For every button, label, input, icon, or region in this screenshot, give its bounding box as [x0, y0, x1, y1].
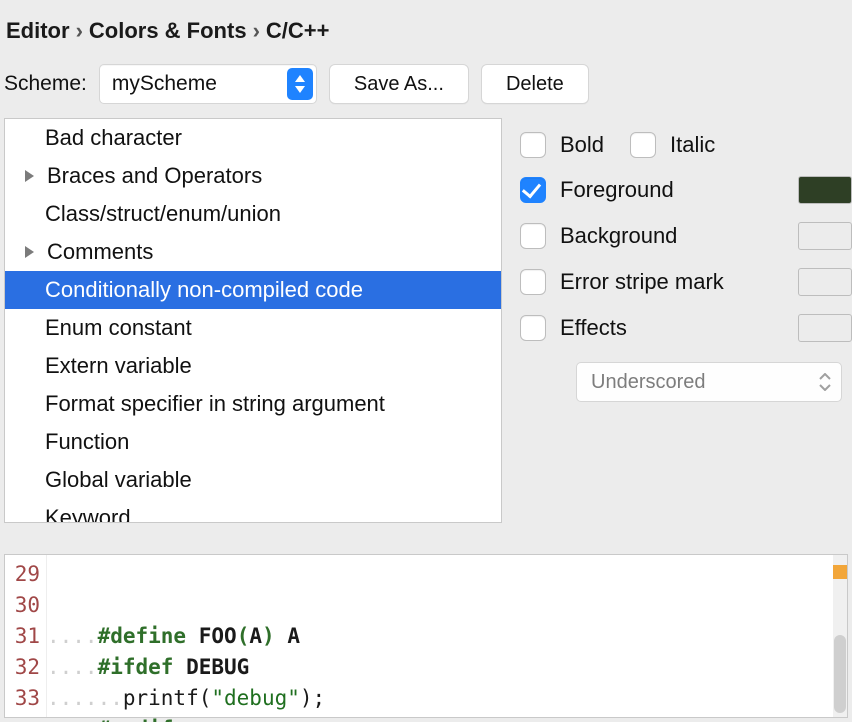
tree-item[interactable]: Conditionally non-compiled code	[5, 271, 501, 309]
code-line: ....#endif	[47, 714, 847, 722]
tree-item[interactable]: Comments	[5, 233, 501, 271]
background-color-swatch[interactable]	[798, 222, 852, 250]
tree-item[interactable]: Bad character	[5, 119, 501, 157]
foreground-checkbox[interactable]	[520, 177, 546, 203]
italic-label: Italic	[670, 132, 715, 158]
effects-color-swatch[interactable]	[798, 314, 852, 342]
scheme-select-value: myScheme	[100, 72, 287, 96]
tree-item-label: Braces and Operators	[45, 163, 262, 189]
error-stripe-color-swatch[interactable]	[798, 268, 852, 296]
effects-type-value: Underscored	[577, 371, 815, 394]
line-number: 30	[5, 590, 40, 621]
breadcrumb: Editor › Colors & Fonts › C/C++	[0, 0, 852, 64]
save-as-button[interactable]: Save As...	[329, 64, 469, 104]
breadcrumb-ccpp[interactable]: C/C++	[266, 18, 330, 44]
code-lines[interactable]: ....#define FOO(A) A....#ifdef DEBUG....…	[47, 555, 847, 717]
effects-label: Effects	[560, 315, 784, 341]
error-stripe-label: Error stripe mark	[560, 269, 784, 295]
bold-checkbox[interactable]	[520, 132, 546, 158]
scrollbar-thumb[interactable]	[834, 635, 846, 713]
code-line: ....#ifdef DEBUG	[47, 652, 847, 683]
scheme-select[interactable]: myScheme	[99, 64, 317, 104]
breadcrumb-editor[interactable]: Editor	[6, 18, 70, 44]
foreground-label: Foreground	[560, 177, 784, 203]
tree-item[interactable]: Keyword	[5, 499, 501, 523]
tree-item-label: Extern variable	[15, 353, 192, 379]
error-stripe-checkbox[interactable]	[520, 269, 546, 295]
tree-item[interactable]: Extern variable	[5, 347, 501, 385]
effects-checkbox[interactable]	[520, 315, 546, 341]
error-stripe-mark[interactable]	[833, 565, 847, 579]
breadcrumb-colors-fonts[interactable]: Colors & Fonts	[89, 18, 247, 44]
background-label: Background	[560, 223, 784, 249]
tree-item-label: Comments	[45, 239, 153, 265]
tree-item[interactable]: Global variable	[5, 461, 501, 499]
tree-item[interactable]: Class/struct/enum/union	[5, 195, 501, 233]
delete-button[interactable]: Delete	[481, 64, 589, 104]
bold-label: Bold	[560, 132, 604, 158]
italic-checkbox[interactable]	[630, 132, 656, 158]
disclosure-triangle-icon[interactable]	[15, 169, 45, 183]
disclosure-triangle-icon[interactable]	[15, 245, 45, 259]
style-options-panel: Bold Italic Foreground Background Erro	[520, 118, 852, 523]
foreground-color-swatch[interactable]	[798, 176, 852, 204]
scheme-label: Scheme:	[4, 72, 87, 96]
dropdown-stepper-icon	[287, 68, 313, 100]
effects-type-select[interactable]: Underscored	[576, 362, 842, 402]
background-checkbox[interactable]	[520, 223, 546, 249]
tree-item-label: Function	[15, 429, 129, 455]
line-number: 31	[5, 621, 40, 652]
code-preview[interactable]: 2930313233 ....#define FOO(A) A....#ifde…	[4, 554, 848, 718]
tree-item-label: Bad character	[15, 125, 182, 151]
tree-item-label: Keyword	[15, 505, 131, 523]
tree-item[interactable]: Format specifier in string argument	[5, 385, 501, 423]
code-line: ....#define FOO(A) A	[47, 621, 847, 652]
syntax-element-tree[interactable]: Bad character Braces and Operators Class/s…	[4, 118, 502, 523]
tree-item-label: Enum constant	[15, 315, 192, 341]
tree-item[interactable]: Enum constant	[5, 309, 501, 347]
tree-item-label: Conditionally non-compiled code	[15, 277, 363, 303]
line-number: 29	[5, 559, 40, 590]
tree-item-label: Class/struct/enum/union	[15, 201, 281, 227]
tree-item[interactable]: Function	[5, 423, 501, 461]
line-number-gutter: 2930313233	[5, 555, 47, 717]
breadcrumb-sep: ›	[76, 18, 83, 44]
tree-item-label: Global variable	[15, 467, 192, 493]
code-line: ......printf("debug");	[47, 683, 847, 714]
breadcrumb-sep: ›	[253, 18, 260, 44]
line-number: 32	[5, 652, 40, 683]
line-number: 33	[5, 683, 40, 714]
tree-item-label: Format specifier in string argument	[15, 391, 385, 417]
chevron-updown-icon	[815, 373, 835, 391]
preview-scrollbar[interactable]	[833, 555, 847, 717]
tree-item[interactable]: Braces and Operators	[5, 157, 501, 195]
